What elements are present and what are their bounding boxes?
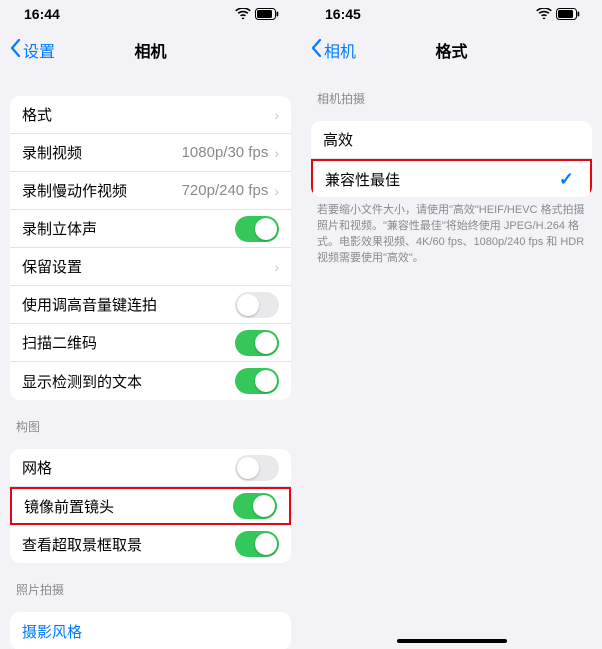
- toggle-detected-text[interactable]: [235, 368, 279, 394]
- status-right: [235, 7, 279, 22]
- row-label: 使用调高音量键连拍: [22, 294, 235, 315]
- row-label: 镜像前置镜头: [24, 496, 233, 517]
- status-right: [536, 7, 580, 22]
- row-detected-text: 显示检测到的文本: [10, 362, 291, 400]
- footer-text: 若要缩小文件大小，请使用"高效"HEIF/HEVC 格式拍摄照片和视频。"兼容性…: [301, 197, 602, 267]
- row-record-video[interactable]: 录制视频 1080p/30 fps ›: [10, 134, 291, 172]
- row-volume-burst: 使用调高音量键连拍: [10, 286, 291, 324]
- row-label: 扫描二维码: [22, 332, 235, 353]
- settings-group-photo: 摄影风格: [10, 612, 291, 649]
- toggle-volume-burst[interactable]: [235, 292, 279, 318]
- section-capture: 相机拍摄: [301, 72, 602, 113]
- option-most-compatible[interactable]: 兼容性最佳 ✓: [311, 159, 592, 197]
- row-grid: 网格: [10, 449, 291, 487]
- row-label: 查看超取景框取景: [22, 534, 235, 555]
- status-time: 16:44: [24, 6, 60, 22]
- row-photo-styles[interactable]: 摄影风格: [10, 612, 291, 649]
- nav-bar: 相机 格式: [301, 28, 602, 72]
- content: 格式 › 录制视频 1080p/30 fps › 录制慢动作视频 720p/24…: [0, 96, 301, 649]
- chevron-right-icon: ›: [274, 107, 279, 123]
- row-format[interactable]: 格式 ›: [10, 96, 291, 134]
- settings-group-main: 格式 › 录制视频 1080p/30 fps › 录制慢动作视频 720p/24…: [10, 96, 291, 400]
- option-high-efficiency[interactable]: 高效: [311, 121, 592, 159]
- wifi-icon: [536, 7, 552, 22]
- home-indicator[interactable]: [397, 639, 507, 643]
- toggle-mirror-front[interactable]: [233, 493, 277, 519]
- row-value: 720p/240 fps: [182, 182, 269, 199]
- section-composition: 构图: [0, 400, 301, 441]
- format-options-group: 高效 兼容性最佳 ✓: [311, 121, 592, 197]
- toggle-stereo[interactable]: [235, 216, 279, 242]
- row-label: 显示检测到的文本: [22, 371, 235, 392]
- chevron-right-icon: ›: [274, 259, 279, 275]
- chevron-left-icon: [311, 39, 322, 62]
- row-record-slomo[interactable]: 录制慢动作视频 720p/240 fps ›: [10, 172, 291, 210]
- chevron-left-icon: [10, 39, 21, 62]
- camera-settings-screen: 16:44 设置 相机 格式 › 录制视频 1080p/30: [0, 0, 301, 649]
- back-button[interactable]: 设置: [10, 38, 55, 62]
- chevron-right-icon: ›: [274, 183, 279, 199]
- settings-group-composition: 网格 镜像前置镜头 查看超取景框取景: [10, 449, 291, 563]
- row-mirror-front: 镜像前置镜头: [10, 487, 291, 525]
- chevron-right-icon: ›: [274, 145, 279, 161]
- toggle-grid[interactable]: [235, 455, 279, 481]
- row-label: 网格: [22, 457, 235, 478]
- checkmark-icon: ✓: [559, 169, 574, 190]
- content: 相机拍摄 高效 兼容性最佳 ✓ 若要缩小文件大小，请使用"高效"HEIF/HEV…: [301, 72, 602, 267]
- row-label: 格式: [22, 104, 274, 125]
- status-time: 16:45: [325, 6, 361, 22]
- row-label: 录制视频: [22, 142, 182, 163]
- row-value: 1080p/30 fps: [182, 144, 269, 161]
- section-photo: 照片拍摄: [0, 563, 301, 604]
- row-preserve[interactable]: 保留设置 ›: [10, 248, 291, 286]
- status-bar: 16:44: [0, 0, 301, 28]
- row-scan-qr: 扫描二维码: [10, 324, 291, 362]
- row-outside-frame: 查看超取景框取景: [10, 525, 291, 563]
- toggle-outside-frame[interactable]: [235, 531, 279, 557]
- back-label: 相机: [324, 38, 356, 62]
- back-button[interactable]: 相机: [311, 38, 356, 62]
- row-label: 录制慢动作视频: [22, 180, 182, 201]
- battery-icon: [255, 8, 279, 20]
- row-stereo: 录制立体声: [10, 210, 291, 248]
- row-label: 录制立体声: [22, 218, 235, 239]
- status-bar: 16:45: [301, 0, 602, 28]
- wifi-icon: [235, 7, 251, 22]
- back-label: 设置: [23, 38, 55, 62]
- battery-icon: [556, 8, 580, 20]
- format-settings-screen: 16:45 相机 格式 相机拍摄 高效 兼容性最佳 ✓: [301, 0, 602, 649]
- nav-bar: 设置 相机: [0, 28, 301, 72]
- row-label: 兼容性最佳: [325, 169, 559, 190]
- toggle-scan-qr[interactable]: [235, 330, 279, 356]
- row-label: 保留设置: [22, 256, 274, 277]
- row-label: 摄影风格: [22, 621, 279, 642]
- row-label: 高效: [323, 129, 580, 150]
